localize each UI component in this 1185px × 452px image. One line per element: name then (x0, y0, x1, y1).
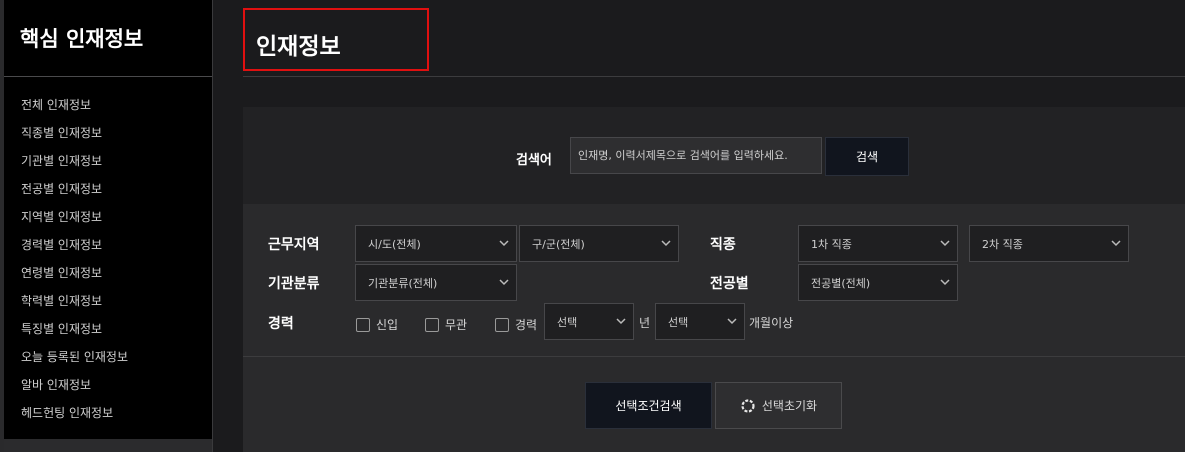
region-city-value: 시/도(전체) (368, 237, 421, 251)
new-checkbox-label: 신입 (376, 318, 399, 332)
sidebar-item-by-feature[interactable]: 특징별 인재정보 (4, 315, 212, 343)
condition-search-button[interactable]: 선택조건검색 (585, 382, 712, 429)
sidebar-item-by-education[interactable]: 학력별 인재정보 (4, 287, 212, 315)
job-secondary-select[interactable]: 2차 직종 (969, 225, 1129, 262)
sidebar: 핵심 인재정보 전체 인재정보 직종별 인재정보 기관별 인재정보 전공별 인재… (4, 0, 213, 452)
chevron-down-icon (940, 240, 950, 247)
sidebar-title: 핵심 인재정보 (4, 0, 212, 77)
keyword-search-button[interactable]: 검색 (825, 137, 909, 176)
organization-value: 기관분류(전체) (368, 276, 438, 290)
sidebar-menu: 전체 인재정보 직종별 인재정보 기관별 인재정보 전공별 인재정보 지역별 인… (4, 77, 212, 427)
panel-divider (243, 356, 1185, 357)
organization-label: 기관분류 (268, 276, 320, 292)
sidebar-item-by-age[interactable]: 연령별 인재정보 (4, 259, 212, 287)
organization-select[interactable]: 기관분류(전체) (355, 264, 517, 301)
condition-reset-label: 선택초기화 (761, 399, 818, 413)
job-primary-value: 1차 직종 (811, 237, 852, 251)
sidebar-item-by-organization[interactable]: 기관별 인재정보 (4, 147, 212, 175)
sidebar-item-parttime[interactable]: 알바 인재정보 (4, 371, 212, 399)
region-district-value: 구/군(전체) (532, 237, 585, 251)
checkbox-box[interactable] (495, 317, 509, 332)
region-label: 근무지역 (268, 237, 320, 253)
chevron-down-icon (940, 279, 950, 286)
any-checkbox[interactable]: 무관 (425, 316, 467, 333)
page-title: 인재정보 (243, 8, 429, 71)
condition-reset-button[interactable]: 선택초기화 (715, 382, 842, 429)
new-checkbox[interactable]: 신입 (356, 316, 398, 333)
sidebar-item-today[interactable]: 오늘 등록된 인재정보 (4, 343, 212, 371)
sidebar-item-by-region[interactable]: 지역별 인재정보 (4, 203, 212, 231)
sidebar-item-by-major[interactable]: 전공별 인재정보 (4, 175, 212, 203)
keyword-input[interactable] (570, 137, 822, 174)
checkbox-box[interactable] (356, 317, 370, 332)
career-checkbox[interactable]: 경력 (495, 316, 537, 333)
region-district-select[interactable]: 구/군(전체) (519, 225, 679, 262)
sidebar-item-by-job[interactable]: 직종별 인재정보 (4, 119, 212, 147)
career-months-select[interactable]: 선택 (655, 303, 745, 340)
years-unit: 년 (639, 316, 651, 330)
career-years-select[interactable]: 선택 (544, 303, 634, 340)
career-label: 경력 (268, 316, 294, 332)
job-label: 직종 (710, 237, 736, 253)
sidebar-item-by-career[interactable]: 경력별 인재정보 (4, 231, 212, 259)
region-city-select[interactable]: 시/도(전체) (355, 225, 517, 262)
chevron-down-icon (499, 279, 509, 286)
major-label: 전공별 (710, 276, 749, 292)
keyword-row: 검색어 검색 (243, 107, 1185, 204)
sidebar-item-headhunting[interactable]: 헤드헌팅 인재정보 (4, 399, 212, 427)
job-primary-select[interactable]: 1차 직종 (798, 225, 958, 262)
chevron-down-icon (661, 240, 671, 247)
keyword-label: 검색어 (516, 153, 552, 168)
chevron-down-icon (616, 318, 626, 325)
chevron-down-icon (1111, 240, 1121, 247)
sidebar-item-all[interactable]: 전체 인재정보 (4, 91, 212, 119)
career-months-value: 선택 (668, 315, 689, 329)
major-value: 전공별(전체) (811, 276, 871, 290)
sidebar-footer-bar (4, 439, 212, 452)
months-unit: 개월이상 (749, 316, 794, 330)
career-years-value: 선택 (557, 315, 578, 329)
main-content: 인재정보 검색어 검색 근무지역 시/도(전체) 구/군(전체) 직종 1차 직… (213, 0, 1185, 452)
major-select[interactable]: 전공별(전체) (798, 264, 958, 301)
title-divider (243, 76, 1185, 77)
chevron-down-icon (727, 318, 737, 325)
career-checkbox-label: 경력 (515, 318, 538, 332)
job-secondary-value: 2차 직종 (982, 237, 1023, 251)
refresh-icon (741, 398, 755, 413)
search-panel: 검색어 검색 근무지역 시/도(전체) 구/군(전체) 직종 1차 직종 2차 … (243, 107, 1185, 452)
chevron-down-icon (499, 240, 509, 247)
any-checkbox-label: 무관 (445, 318, 468, 332)
checkbox-box[interactable] (425, 317, 439, 332)
